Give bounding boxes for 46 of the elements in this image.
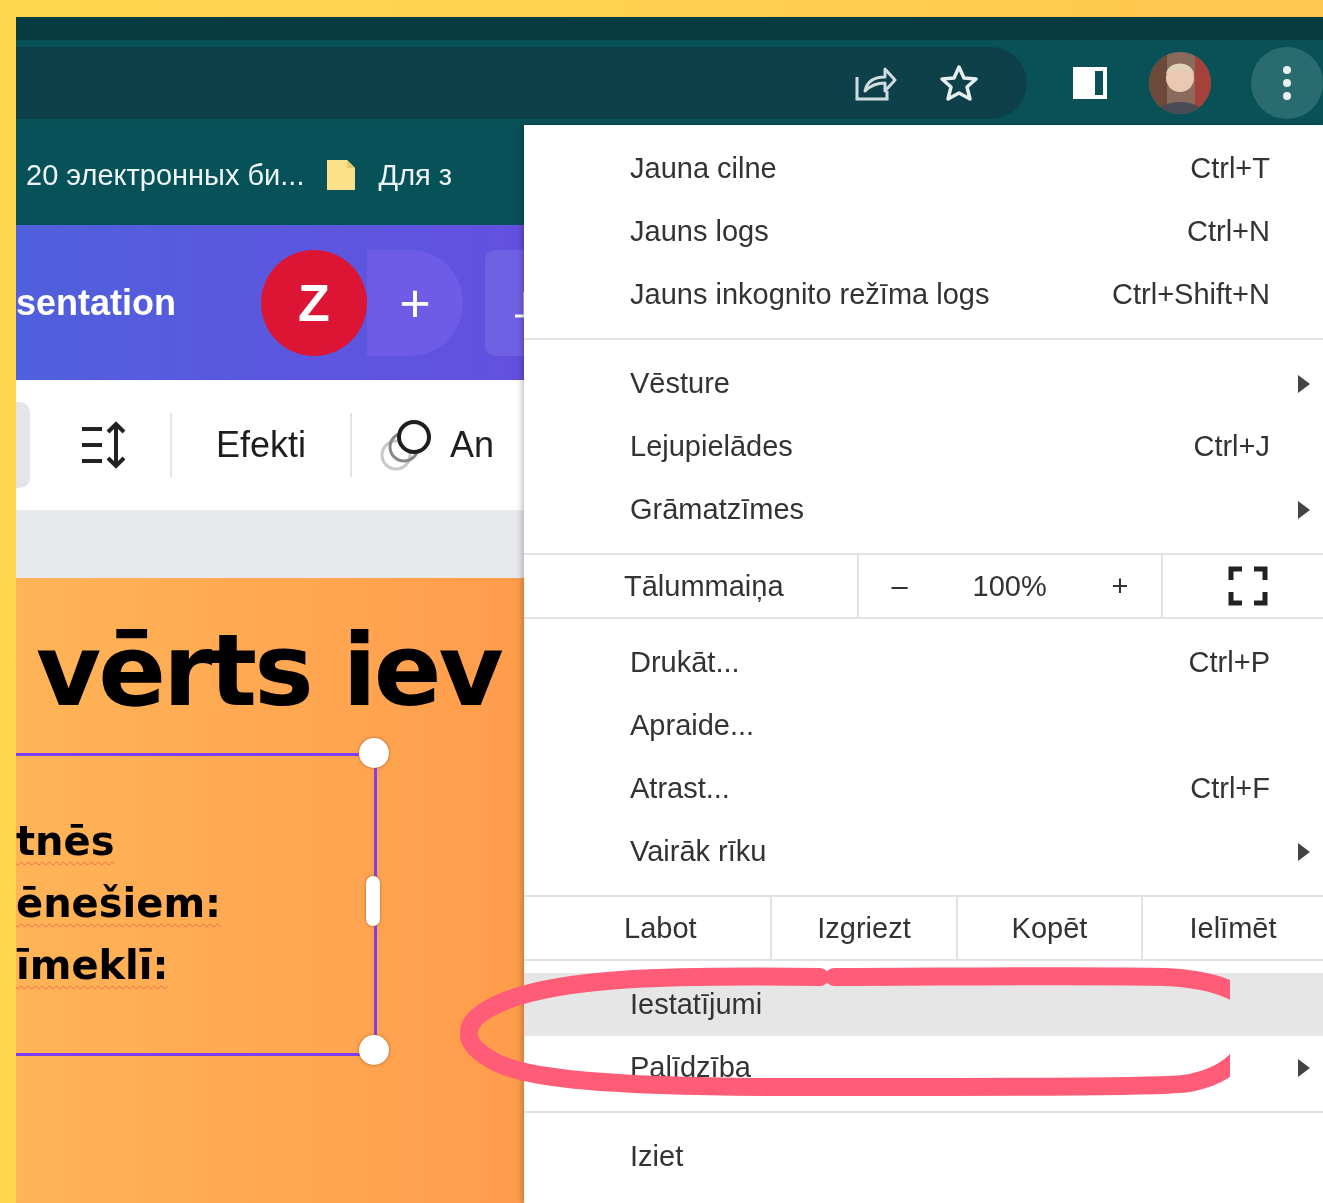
menu-item[interactable]: Jauns logs Ctrl+N [524,200,1323,263]
menu-item[interactable]: Vēsture [524,352,1323,415]
shortcut-label: Ctrl+F [1190,772,1270,805]
share-button[interactable] [485,249,524,356]
shortcut-label: Ctrl+Shift+N [1112,278,1270,311]
menu-item[interactable]: Lejupielādes Ctrl+J [524,415,1323,478]
edit-button[interactable]: Kopēt [958,897,1143,959]
design-title: sentation [16,281,177,324]
add-button[interactable]: + [367,249,463,356]
zoom-in-button[interactable]: + [1111,569,1129,603]
effects-button[interactable]: Efekti [172,424,351,466]
edit-label: Labot [524,897,772,959]
edit-button[interactable]: Ielīmēt [1143,897,1323,959]
menu-item[interactable]: Apraide... [524,694,1323,757]
sidebar-icon [1071,64,1109,101]
shortcut-label: Ctrl+J [1193,430,1270,463]
zoom-out-button[interactable]: – [891,569,908,603]
bookmark[interactable]: 20 электронных би... [26,158,305,192]
zoom-label: Tālummaiņa [524,555,859,617]
menu-item[interactable]: Vairāk rīku [524,820,1323,883]
menu-item[interactable]: Palīdzība [524,1036,1323,1099]
slide-text: tnēs [16,818,116,864]
shortcut-label: Ctrl+N [1187,215,1270,248]
resize-handle[interactable] [366,876,380,926]
animate-button[interactable]: An [352,417,495,473]
menu-item[interactable]: Jauna cilne Ctrl+T [524,137,1323,200]
user-avatar[interactable]: Z [261,249,367,356]
resize-handle[interactable] [359,738,389,768]
shortcut-label: Ctrl+P [1188,646,1270,679]
menu-item[interactable]: Jauns inkognito režīma logs Ctrl+Shift+N [524,263,1323,326]
menu-item[interactable]: Drukāt... Ctrl+P [524,631,1323,694]
folder-icon [324,158,357,192]
edit-button[interactable]: Izgriezt [772,897,958,959]
slide-heading: vērts iev [36,612,501,729]
slide-text: ēnešiem: [16,880,222,926]
slide-text: īmeklī: [16,942,170,988]
fullscreen-icon [1228,566,1268,606]
menu-icon [1282,64,1292,101]
menu-item[interactable]: Grāmatzīmes [524,478,1323,541]
zoom-value: 100% [972,569,1047,603]
menu-item[interactable]: Iziet [524,1125,1323,1188]
menu-item[interactable]: Atrast... Ctrl+F [524,757,1323,820]
shortcut-label: Ctrl+T [1190,152,1270,185]
resize-handle[interactable] [359,1035,389,1065]
star-icon [939,63,979,102]
bookmark[interactable]: Для з [324,158,453,192]
